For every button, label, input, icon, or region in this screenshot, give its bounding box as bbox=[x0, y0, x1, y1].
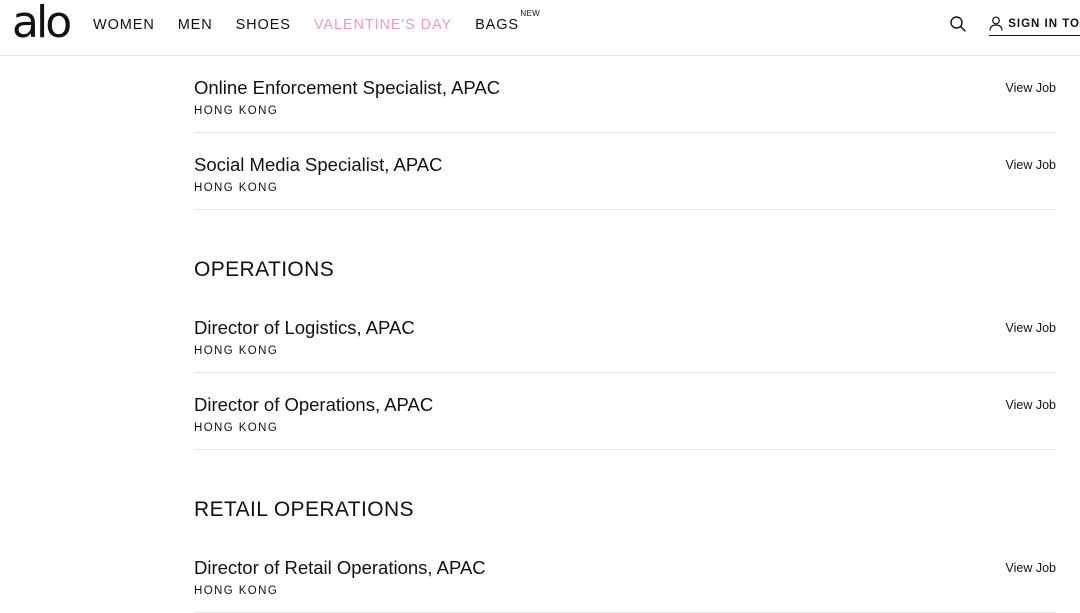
nav-valentines-day[interactable]: VALENTINE'S DAY bbox=[314, 17, 452, 33]
section-heading-operations: OPERATIONS bbox=[194, 210, 1056, 296]
new-badge: NEW bbox=[520, 9, 540, 18]
user-icon bbox=[989, 16, 1003, 31]
view-job-link[interactable]: View Job bbox=[1006, 561, 1057, 575]
job-title[interactable]: Director of Logistics, APAC bbox=[194, 317, 415, 339]
job-location: HONG KONG bbox=[194, 182, 279, 194]
job-title[interactable]: Online Enforcement Specialist, APAC bbox=[194, 77, 500, 99]
section-title: OPERATIONS bbox=[194, 258, 335, 281]
main-nav: WOMEN MEN SHOES VALENTINE'S DAY BAGS NEW bbox=[93, 9, 542, 34]
nav-bags-label: BAGS bbox=[475, 17, 519, 33]
nav-shoes[interactable]: SHOES bbox=[236, 17, 291, 33]
section-title: RETAIL OPERATIONS bbox=[194, 498, 414, 521]
job-row[interactable]: Director of Retail Operations, APAC HONG… bbox=[194, 536, 1056, 613]
job-row[interactable]: Social Media Specialist, APAC HONG KONG … bbox=[194, 133, 1056, 210]
view-job-link[interactable]: View Job bbox=[1006, 321, 1057, 335]
job-title[interactable]: Director of Operations, APAC bbox=[194, 394, 433, 416]
search-icon[interactable] bbox=[949, 15, 967, 33]
sign-in-button[interactable]: SIGN IN TO bbox=[989, 13, 1080, 36]
nav-women[interactable]: WOMEN bbox=[93, 17, 155, 33]
view-job-link[interactable]: View Job bbox=[1006, 81, 1057, 95]
view-job-link[interactable]: View Job bbox=[1006, 398, 1057, 412]
job-row[interactable]: Online Enforcement Specialist, APAC HONG… bbox=[194, 56, 1056, 133]
job-title[interactable]: Social Media Specialist, APAC bbox=[194, 154, 443, 176]
header-actions: SIGN IN TO bbox=[949, 12, 1080, 36]
job-row[interactable]: Director of Logistics, APAC HONG KONG Vi… bbox=[194, 296, 1056, 373]
nav-men[interactable]: MEN bbox=[178, 17, 213, 33]
site-header: alo WOMEN MEN SHOES VALENTINE'S DAY BAGS… bbox=[0, 0, 1080, 56]
job-location: HONG KONG bbox=[194, 105, 279, 117]
view-job-link[interactable]: View Job bbox=[1006, 158, 1057, 172]
section-heading-retail-operations: RETAIL OPERATIONS bbox=[194, 450, 1056, 536]
sign-in-label: SIGN IN TO bbox=[1008, 17, 1080, 30]
job-location: HONG KONG bbox=[194, 345, 279, 357]
job-location: HONG KONG bbox=[194, 585, 279, 597]
job-listings: Online Enforcement Specialist, APAC HONG… bbox=[194, 56, 1056, 613]
nav-bags[interactable]: BAGS NEW bbox=[475, 9, 540, 33]
job-location: HONG KONG bbox=[194, 422, 279, 434]
job-title[interactable]: Director of Retail Operations, APAC bbox=[194, 557, 486, 579]
job-row[interactable]: Director of Operations, APAC HONG KONG V… bbox=[194, 373, 1056, 450]
alo-logo[interactable]: alo bbox=[12, 0, 72, 46]
